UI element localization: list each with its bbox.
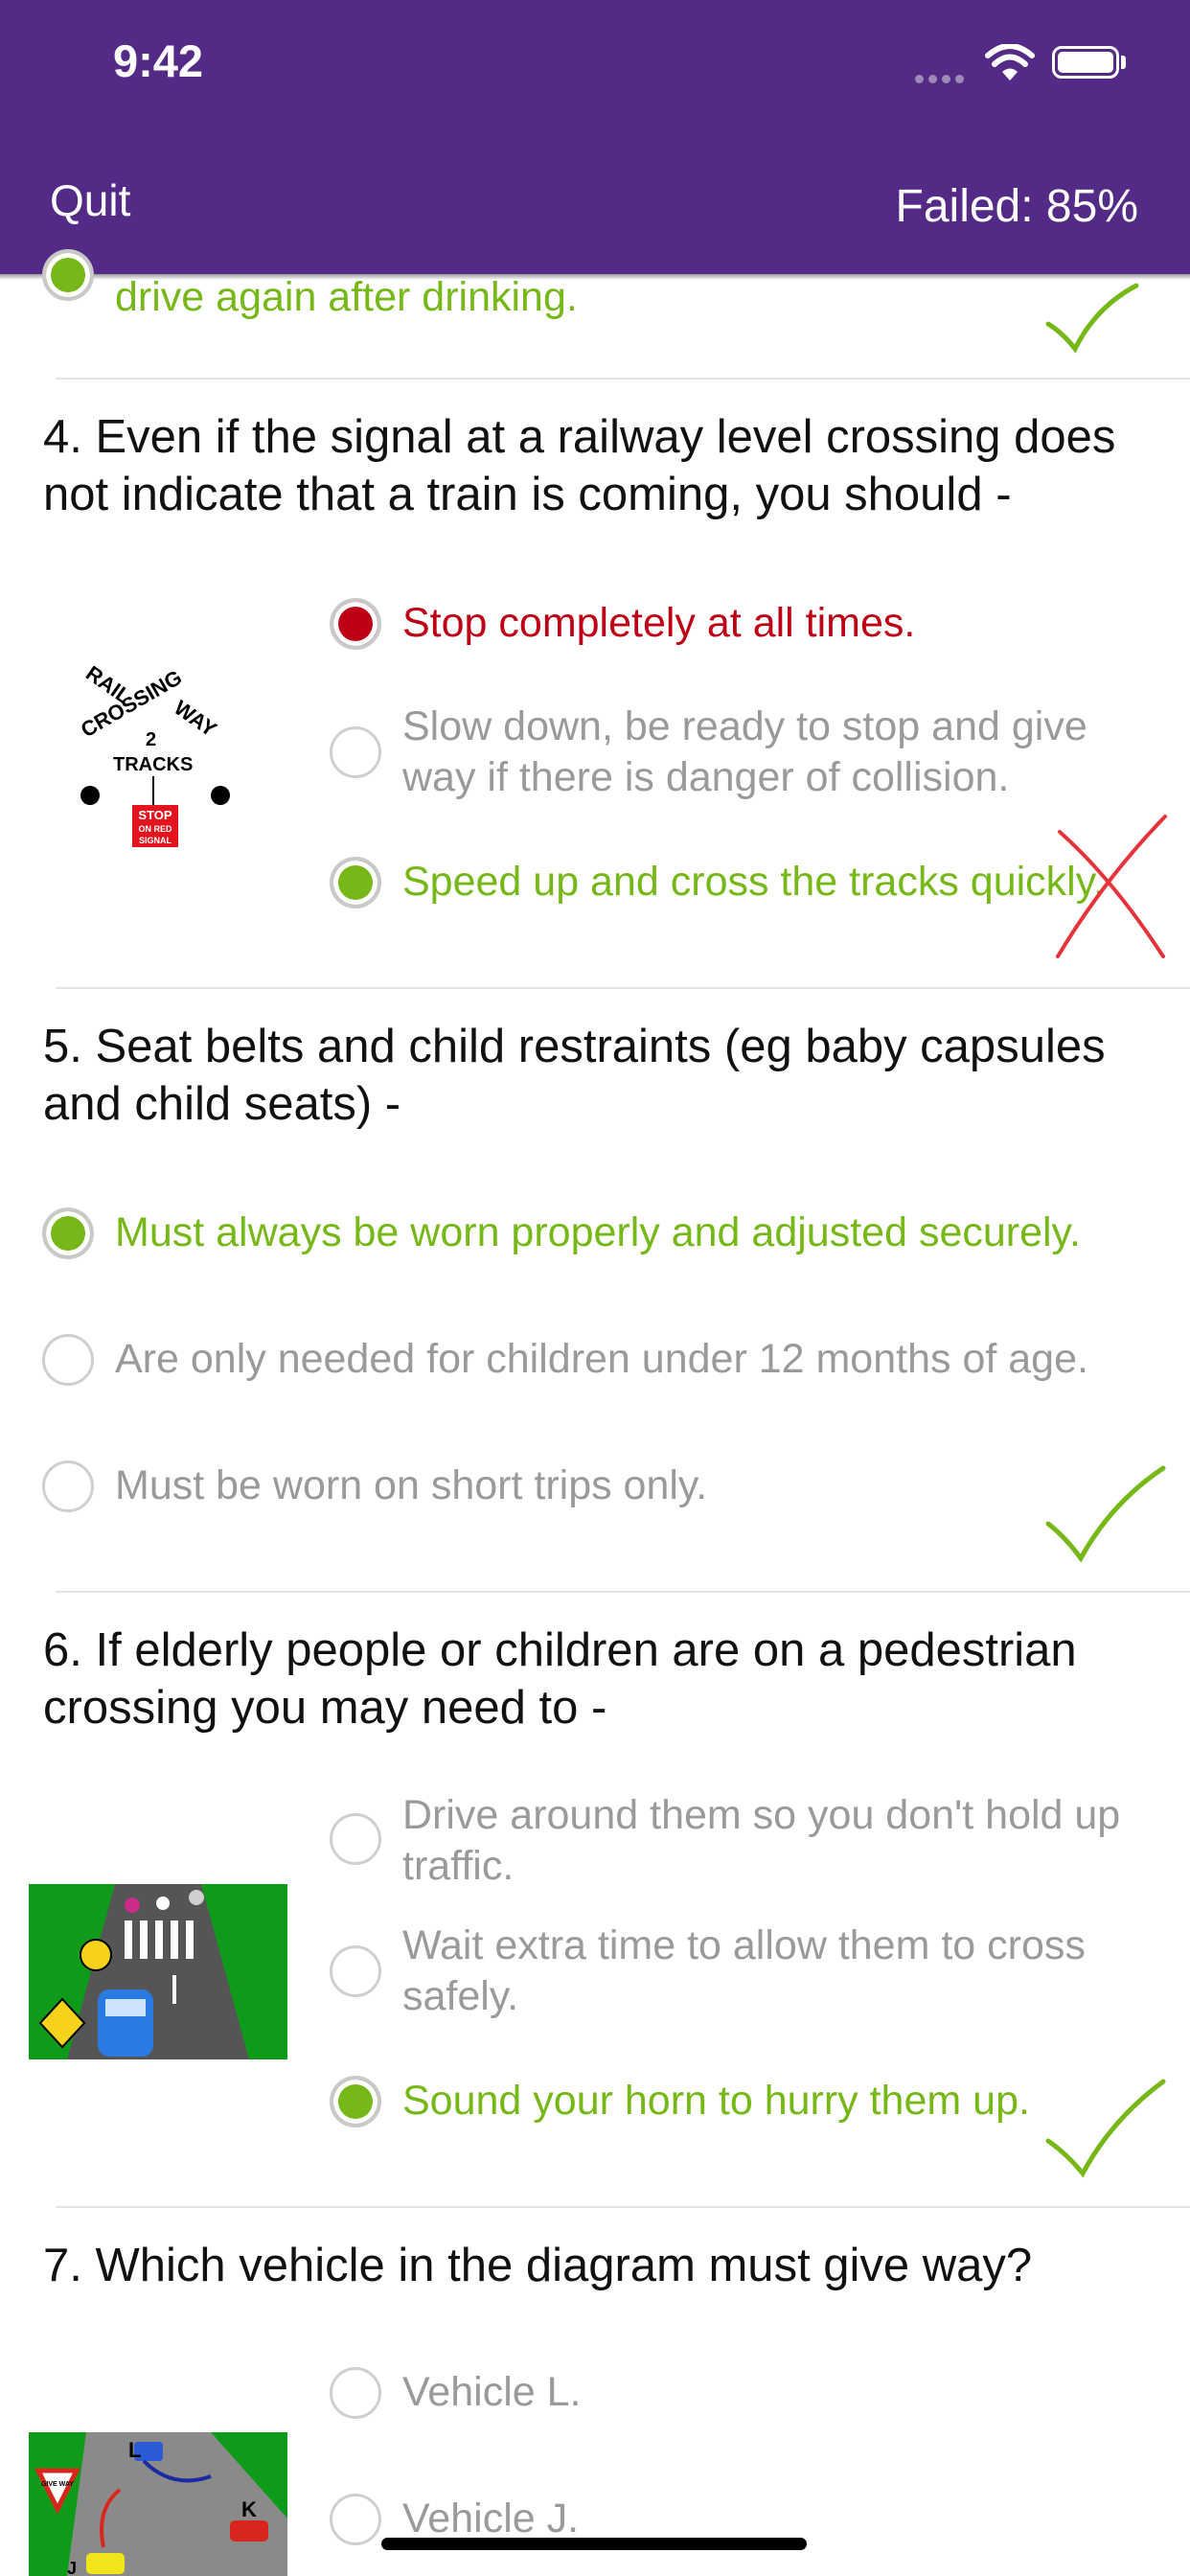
pedestrian-crossing-image (29, 1884, 287, 2059)
answer-text[interactable]: Sound your horn to hurry them up. (402, 2076, 1150, 2127)
answer-radio[interactable] (42, 249, 94, 301)
question-text: 6. If elderly people or children are on … (43, 1624, 1077, 1734)
answer-text[interactable]: Slow down, be ready to stop and give way… (402, 702, 1159, 803)
svg-text:WAY: WAY (170, 696, 221, 742)
answer-text[interactable]: Wait extra time to allow them to cross s… (402, 1920, 1131, 2022)
svg-text:SIGNAL: SIGNAL (139, 836, 172, 845)
separator (56, 2206, 1190, 2208)
battery-icon (1052, 46, 1119, 79)
give-way-diagram-image: L K J GIVE WAY (29, 2432, 287, 2576)
correct-check-icon (1045, 283, 1139, 354)
answer-radio[interactable] (42, 1460, 94, 1512)
answer-radio[interactable] (330, 726, 381, 778)
battery-cap (1121, 56, 1126, 69)
answer-text[interactable]: Drive around them so you don't hold up t… (402, 1790, 1131, 1892)
answer-text[interactable]: Vehicle L. (402, 2367, 1131, 2418)
separator (56, 1591, 1190, 1593)
question-text: 5. Seat belts and child restraints (eg b… (43, 1021, 1106, 1130)
answer-radio[interactable] (330, 2367, 381, 2419)
svg-text:2: 2 (146, 729, 156, 750)
answer-text[interactable]: Must always be worn properly and adjuste… (115, 1208, 1188, 1258)
status-time: 9:42 (113, 35, 204, 86)
svg-text:ON RED: ON RED (138, 824, 172, 834)
correct-check-icon (1045, 1465, 1166, 1563)
answer-radio[interactable] (330, 2076, 381, 2128)
svg-text:STOP: STOP (138, 808, 172, 822)
svg-text:K: K (241, 2497, 257, 2521)
separator (56, 378, 1190, 380)
correct-check-icon (1045, 2079, 1166, 2178)
separator (56, 987, 1190, 989)
answer-radio[interactable] (330, 1945, 381, 1997)
answer-radio[interactable] (330, 598, 381, 650)
answer-text[interactable]: Are only needed for children under 12 mo… (115, 1334, 1188, 1385)
svg-text:L: L (128, 2438, 141, 2462)
answer-text[interactable]: Must be worn on short trips only. (115, 1460, 977, 1511)
answer-radio[interactable] (330, 1813, 381, 1865)
home-indicator (381, 2538, 807, 2550)
svg-text:GIVE WAY: GIVE WAY (41, 2481, 74, 2488)
answer-text[interactable]: drive again after drinking. (115, 272, 1073, 323)
question-text: 4. Even if the signal at a railway level… (43, 411, 1116, 520)
wifi-icon (985, 44, 1035, 80)
answer-text[interactable]: Stop completely at all times. (402, 598, 1169, 649)
svg-text:TRACKS: TRACKS (113, 754, 193, 775)
quit-button[interactable]: Quit (50, 174, 130, 226)
answer-radio[interactable] (42, 1208, 94, 1259)
incorrect-cross-icon (1056, 815, 1167, 958)
svg-text:J: J (67, 2559, 77, 2576)
failed-score: Failed: 85% (895, 181, 1138, 232)
signal-icon (915, 71, 971, 83)
railway-crossing-sign-image: RAIL CROSSING WAY 2 TRACKS STOP ON RED S… (77, 661, 230, 847)
answer-radio[interactable] (330, 857, 381, 908)
answer-radio[interactable] (42, 1334, 94, 1386)
question-text: 7. Which vehicle in the diagram must giv… (43, 2240, 1033, 2291)
answer-radio[interactable] (330, 2494, 381, 2545)
